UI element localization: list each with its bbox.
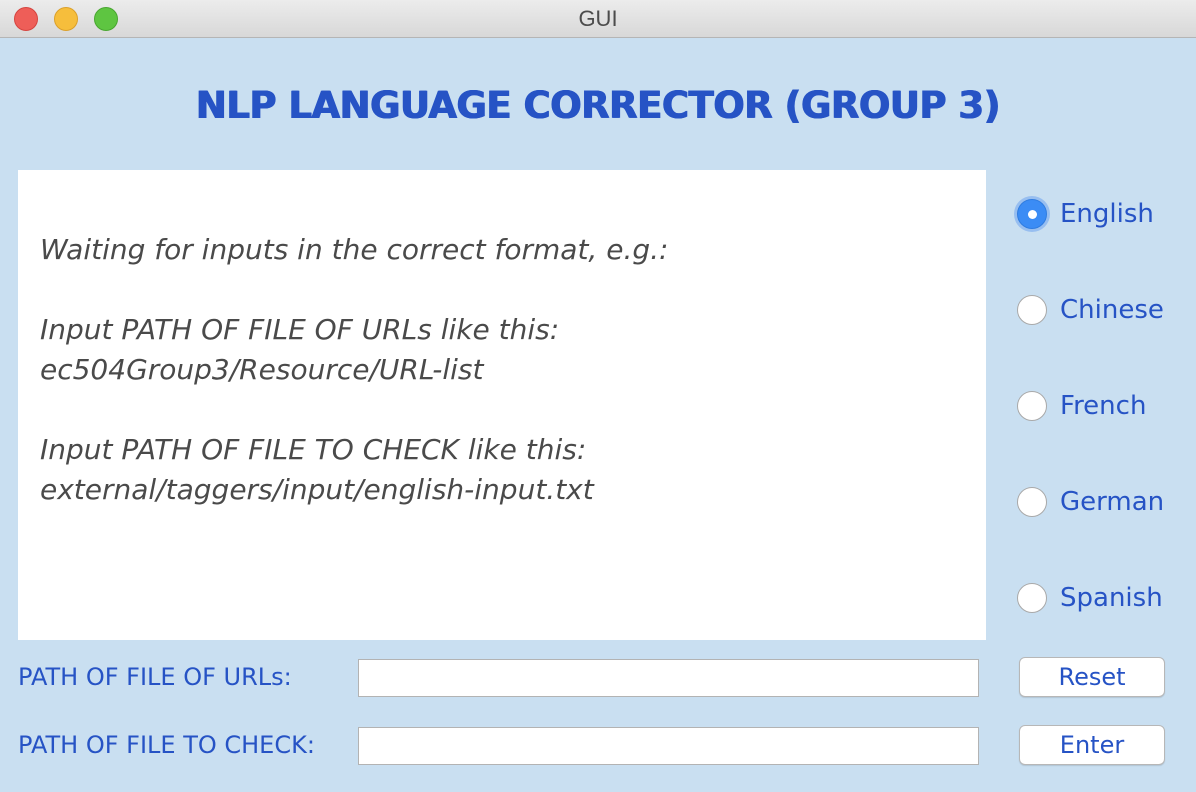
radio-option-german[interactable]: German [1017, 485, 1164, 519]
output-text-area[interactable]: Waiting for inputs in the correct format… [18, 170, 986, 640]
radio-label-chinese[interactable]: Chinese [1060, 295, 1164, 325]
radio-label-german[interactable]: German [1060, 487, 1164, 517]
output-line: Input PATH OF FILE TO CHECK like this: [40, 433, 587, 466]
radio-label-french[interactable]: French [1060, 391, 1146, 421]
urls-path-input[interactable] [358, 659, 979, 697]
app-title: NLP LANGUAGE CORRECTOR (GROUP 3) [195, 84, 1001, 127]
urls-path-label: PATH OF FILE OF URLs: [18, 663, 292, 691]
reset-button[interactable]: Reset [1019, 657, 1165, 697]
window-titlebar: GUI [0, 0, 1196, 38]
output-line: external/taggers/input/english-input.txt [40, 473, 594, 506]
radio-option-spanish[interactable]: Spanish [1017, 581, 1163, 615]
radio-button-french[interactable] [1017, 391, 1047, 421]
output-line: ec504Group3/Resource/URL-list [40, 353, 484, 386]
radio-button-english[interactable] [1017, 199, 1047, 229]
output-line: Input PATH OF FILE OF URLs like this: [40, 313, 560, 346]
radio-label-spanish[interactable]: Spanish [1060, 583, 1163, 613]
window-title: GUI [578, 6, 618, 31]
enter-button[interactable]: Enter [1019, 725, 1165, 765]
check-path-label: PATH OF FILE TO CHECK: [18, 731, 315, 759]
output-line: Waiting for inputs in the correct format… [40, 233, 669, 266]
radio-button-german[interactable] [1017, 487, 1047, 517]
radio-option-english[interactable]: English [1017, 197, 1154, 231]
radio-label-english[interactable]: English [1060, 199, 1154, 229]
radio-button-chinese[interactable] [1017, 295, 1047, 325]
radio-option-french[interactable]: French [1017, 389, 1146, 423]
radio-button-spanish[interactable] [1017, 583, 1047, 613]
check-path-input[interactable] [358, 727, 979, 765]
radio-option-chinese[interactable]: Chinese [1017, 293, 1164, 327]
